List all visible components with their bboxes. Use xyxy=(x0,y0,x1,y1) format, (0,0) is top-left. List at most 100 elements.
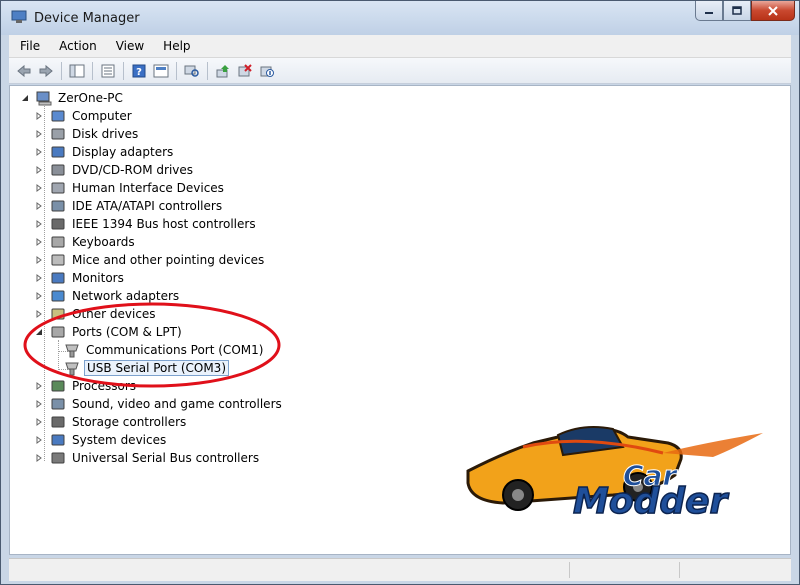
tree-item[interactable]: Keyboards xyxy=(34,233,137,251)
display-adapter-icon xyxy=(50,144,66,160)
tree-item-label: IDE ATA/ATAPI controllers xyxy=(72,199,223,213)
console-icon xyxy=(153,64,169,77)
tree-item-label: Keyboards xyxy=(72,235,135,249)
show-hide-console-tree-button[interactable] xyxy=(66,61,88,81)
tree-item-label: Mice and other pointing devices xyxy=(72,253,265,267)
properties-button[interactable] xyxy=(97,61,119,81)
menu-help[interactable]: Help xyxy=(152,39,198,53)
menu-bar: File Action View Help xyxy=(9,35,791,58)
expand-arrow-icon[interactable] xyxy=(34,417,44,427)
svg-text:Modder: Modder xyxy=(573,481,730,521)
expand-arrow-icon[interactable] xyxy=(34,111,44,121)
tree-item[interactable]: Universal Serial Bus controllers xyxy=(34,449,261,467)
tree-item-label: IEEE 1394 Bus host controllers xyxy=(72,217,256,231)
tree-item-label: DVD/CD-ROM drives xyxy=(72,163,194,177)
back-button[interactable] xyxy=(13,61,35,81)
tree-item[interactable]: Disk drives xyxy=(34,125,140,143)
expand-arrow-icon[interactable] xyxy=(34,165,44,175)
tree-item[interactable]: Monitors xyxy=(34,269,126,287)
tree-item-label: Computer xyxy=(72,109,132,123)
monitor-icon xyxy=(50,270,66,286)
close-button[interactable] xyxy=(751,1,795,21)
tree-root[interactable]: ZerOne-PC xyxy=(20,89,125,107)
expand-arrow-icon[interactable] xyxy=(34,129,44,139)
toolbar-separator xyxy=(207,61,208,80)
svg-text:?: ? xyxy=(136,67,142,78)
expand-arrow-icon[interactable] xyxy=(34,453,44,463)
maximize-icon xyxy=(732,5,742,15)
uninstall-button[interactable] xyxy=(234,61,256,81)
tree-item-label: System devices xyxy=(72,433,167,447)
scan-hardware-button[interactable] xyxy=(181,61,203,81)
expand-arrow-icon[interactable] xyxy=(34,201,44,211)
collapse-arrow-icon[interactable] xyxy=(20,93,30,103)
minimize-button[interactable] xyxy=(695,1,723,21)
expand-arrow-icon[interactable] xyxy=(34,399,44,409)
minimize-icon xyxy=(705,11,713,14)
ide-controller-icon xyxy=(50,198,66,214)
computer-icon xyxy=(50,108,66,124)
storage-controller-icon xyxy=(50,414,66,430)
window-title: Device Manager xyxy=(34,11,140,26)
computer-icon xyxy=(36,90,52,106)
tree-item[interactable]: Human Interface Devices xyxy=(34,179,226,197)
tree-item[interactable]: DVD/CD-ROM drives xyxy=(34,161,195,179)
back-icon xyxy=(17,64,31,77)
tree-item-label: Disk drives xyxy=(72,127,139,141)
update-driver-icon xyxy=(216,64,229,77)
menu-view[interactable]: View xyxy=(105,39,152,53)
tree-item[interactable]: Computer xyxy=(34,107,134,125)
tree-item[interactable]: IDE ATA/ATAPI controllers xyxy=(34,197,224,215)
menu-file[interactable]: File xyxy=(9,39,48,53)
expand-arrow-icon[interactable] xyxy=(34,273,44,283)
tree-item[interactable]: Mice and other pointing devices xyxy=(34,251,266,269)
scan-hardware-icon xyxy=(184,65,199,77)
tree-item-label: Display adapters xyxy=(72,145,174,159)
forward-icon xyxy=(39,64,53,77)
expand-arrow-icon[interactable] xyxy=(34,435,44,445)
tree-item-label: Universal Serial Bus controllers xyxy=(72,451,260,465)
status-cell xyxy=(569,562,680,578)
help-button[interactable]: ? xyxy=(128,61,150,81)
tree-item-label: Sound, video and game controllers xyxy=(72,397,282,411)
device-manager-icon xyxy=(11,10,27,24)
menu-action[interactable]: Action xyxy=(48,39,105,53)
uninstall-icon xyxy=(238,63,252,76)
expand-arrow-icon[interactable] xyxy=(34,147,44,157)
console-button[interactable] xyxy=(150,61,172,81)
disable-icon xyxy=(260,66,274,77)
toolbar-separator xyxy=(176,61,177,80)
tree-item[interactable]: Sound, video and game controllers xyxy=(34,395,284,413)
system-devices-icon xyxy=(50,432,66,448)
close-icon xyxy=(768,5,778,16)
tree-item-label: Human Interface Devices xyxy=(72,181,224,195)
expand-arrow-icon[interactable] xyxy=(34,255,44,265)
sound-icon xyxy=(50,396,66,412)
tree-item-label: Monitors xyxy=(72,271,124,285)
help-icon: ? xyxy=(132,64,146,78)
mouse-icon xyxy=(50,252,66,268)
device-manager-window: Device Manager File Action View Help ? Z… xyxy=(0,0,800,585)
maximize-button[interactable] xyxy=(723,1,751,21)
disk-drive-icon xyxy=(50,126,66,142)
expand-arrow-icon[interactable] xyxy=(34,183,44,193)
disable-button[interactable] xyxy=(256,61,278,81)
title-bar[interactable]: Device Manager xyxy=(1,1,799,35)
expand-arrow-icon[interactable] xyxy=(34,219,44,229)
tree-item[interactable]: Storage controllers xyxy=(34,413,188,431)
dvd-drive-icon xyxy=(50,162,66,178)
tree-item[interactable]: IEEE 1394 Bus host controllers xyxy=(34,215,258,233)
usb-controller-icon xyxy=(50,450,66,466)
list-icon xyxy=(101,64,115,77)
toolbar: ? xyxy=(9,58,791,84)
ieee1394-icon xyxy=(50,216,66,232)
keyboard-icon xyxy=(50,234,66,250)
toolbar-separator xyxy=(92,61,93,80)
expand-arrow-icon[interactable] xyxy=(34,237,44,247)
annotation-ellipse xyxy=(23,302,281,388)
update-driver-button[interactable] xyxy=(212,61,234,81)
tree-item[interactable]: System devices xyxy=(34,431,168,449)
forward-button[interactable] xyxy=(35,61,57,81)
toolbar-separator xyxy=(123,61,124,80)
tree-item[interactable]: Display adapters xyxy=(34,143,175,161)
